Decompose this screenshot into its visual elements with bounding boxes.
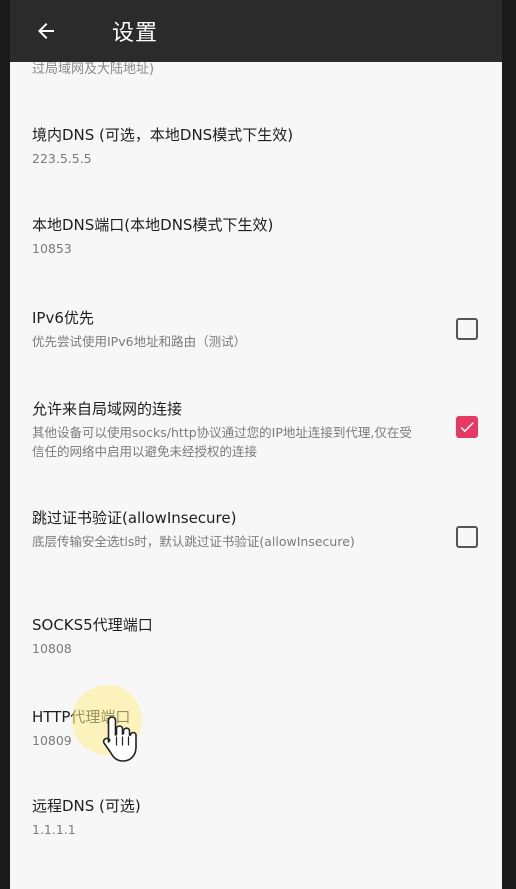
arrow-left-icon [38, 23, 54, 39]
check-icon [460, 422, 474, 433]
allow-insecure-checkbox[interactable] [456, 526, 478, 548]
setting-title: 本地DNS端口(本地DNS模式下生效) [32, 216, 274, 234]
setting-local-dns-port[interactable]: 本地DNS端口(本地DNS模式下生效) 10853 [10, 214, 502, 258]
app-bar: 设置 [10, 0, 502, 62]
setting-domestic-dns[interactable]: 境内DNS (可选，本地DNS模式下生效) 223.5.5.5 [10, 124, 502, 168]
back-button[interactable] [24, 9, 68, 53]
setting-allow-lan[interactable]: 允许来自局域网的连接 其他设备可以使用socks/http协议通过您的IP地址连… [10, 398, 502, 461]
setting-summary: 优先尝试使用IPv6地址和路由（测试） [32, 334, 247, 349]
setting-ipv6-preferred[interactable]: IPv6优先 优先尝试使用IPv6地址和路由（测试） [10, 307, 502, 351]
page-title: 设置 [112, 21, 159, 46]
setting-summary: 其他设备可以使用socks/http协议通过您的IP地址连接到代理,仅在受信任的… [32, 425, 412, 459]
pointer-hand-icon [102, 716, 137, 762]
setting-title: 远程DNS (可选) [32, 797, 141, 815]
setting-summary: 1.1.1.1 [32, 822, 76, 837]
setting-summary: 10808 [32, 641, 72, 656]
setting-title: 允许来自局域网的连接 [32, 400, 183, 418]
setting-socks5-port[interactable]: SOCKS5代理端口 10808 [10, 614, 502, 658]
clipped-setting-summary: 过局域网及大陆地址) [32, 62, 155, 77]
setting-title: 跳过证书验证(allowInsecure) [32, 509, 237, 527]
setting-title: IPv6优先 [32, 309, 94, 327]
setting-remote-dns[interactable]: 远程DNS (可选) 1.1.1.1 [10, 795, 502, 839]
setting-title: SOCKS5代理端口 [32, 616, 153, 634]
settings-list[interactable]: 过局域网及大陆地址) [10, 62, 502, 82]
setting-allow-insecure[interactable]: 跳过证书验证(allowInsecure) 底层传输安全选tls时，默认跳过证书… [10, 507, 502, 551]
ipv6-preferred-checkbox[interactable] [456, 318, 478, 340]
setting-summary: 底层传输安全选tls时，默认跳过证书验证(allowInsecure) [32, 534, 355, 549]
setting-summary: 10853 [32, 241, 72, 256]
setting-title: 境内DNS (可选，本地DNS模式下生效) [32, 126, 294, 144]
allow-lan-checkbox[interactable] [456, 416, 478, 438]
setting-summary: 223.5.5.5 [32, 151, 92, 166]
